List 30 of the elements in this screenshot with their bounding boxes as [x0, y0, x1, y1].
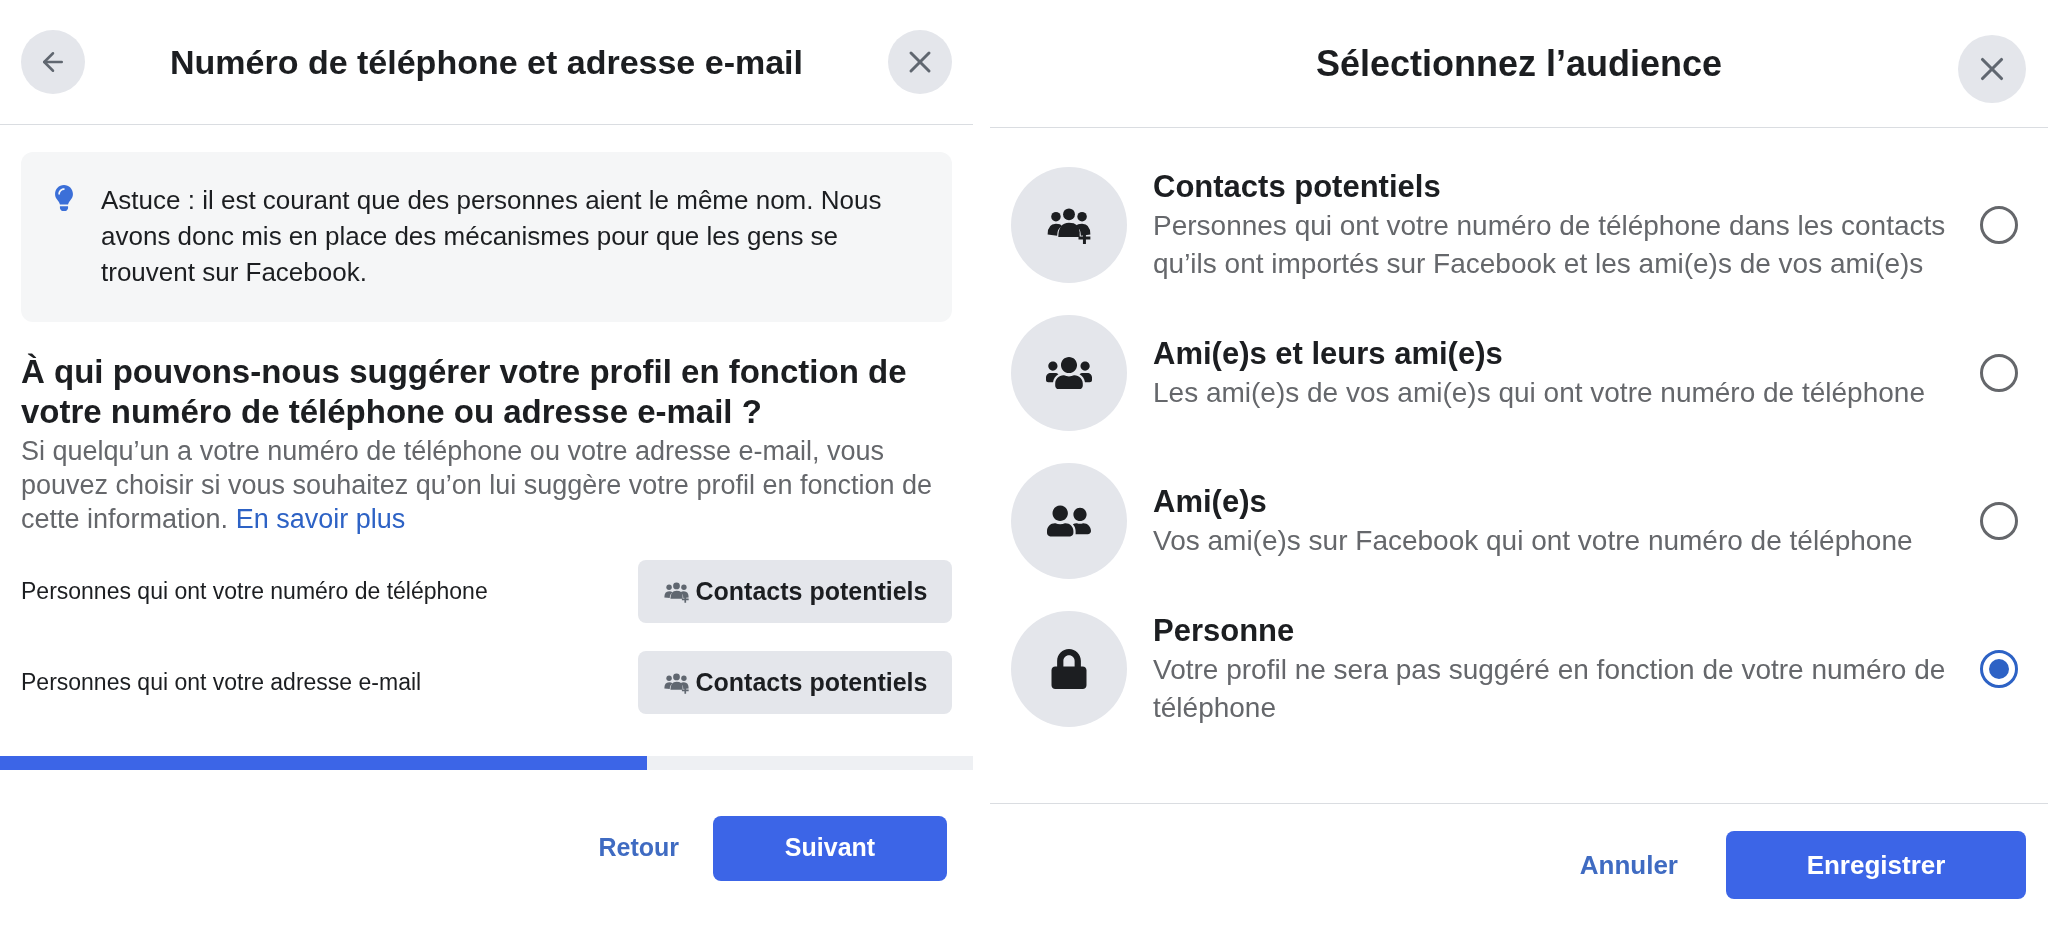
back-link-button[interactable]: Retour [598, 829, 679, 867]
setting-label: Personnes qui ont votre adresse e-mail [21, 668, 422, 698]
dialog-title: Numéro de téléphone et adresse e-mail [170, 41, 803, 83]
radio-button[interactable] [1980, 206, 2018, 244]
section-heading: À qui pouvons-nous suggérer votre profil en fonction de votre numéro de téléphone ou adresse e-mail ? [21, 352, 908, 432]
tip-text: Astuce : il est courant que des personnes aient le même nom. Nous avons donc mis en place des mécanismes pour que les gens se trouvent sur Facebook. [101, 184, 883, 289]
next-button[interactable]: Suivant [713, 815, 947, 881]
option-title: Ami(e)s [1153, 483, 1268, 521]
option-description: Vos ami(e)s sur Facebook qui ont votre numéro de téléphone [1153, 524, 1914, 558]
option-description: Personnes qui ont votre numéro de téléphone dans les contacts qu’ils ont importés sur Facebook et les ami(e)s de vos ami(e)s [1153, 209, 1947, 281]
cancel-button[interactable]: Annuler [1579, 845, 1678, 885]
option-title: Ami(e)s et leurs ami(e)s [1153, 335, 1504, 373]
option-title: Contacts potentiels [1153, 168, 1442, 206]
option-description: Votre profil ne sera pas suggéré en fonction de votre numéro de téléphone [1153, 653, 1947, 725]
audience-button[interactable]: Contacts potentiels [638, 651, 952, 714]
setting-label: Personnes qui ont votre numéro de téléphone [21, 577, 488, 607]
audience-button[interactable]: Contacts potentiels [638, 560, 952, 623]
learn-more-link[interactable]: En savoir plus [235, 504, 406, 534]
radio-button[interactable] [1980, 502, 2018, 540]
save-button[interactable]: Enregistrer [1726, 831, 2026, 899]
dialog-title: Sélectionnez l’audience [1315, 41, 1723, 86]
radio-button[interactable] [1980, 650, 2018, 688]
people-plus-icon [662, 580, 690, 603]
option-description: Les ami(e)s de vos ami(e)s qui ont votre numéro de téléphone [1153, 376, 1926, 410]
option-title: Personne [1153, 612, 1296, 650]
lock-icon [1049, 649, 1089, 689]
people-plus-icon [1045, 206, 1093, 244]
radio-button[interactable] [1980, 354, 2018, 392]
people-plus-icon [662, 671, 690, 694]
section-description: Si quelqu’un a votre numéro de téléphone ou votre adresse e-mail, vous pouvez choisir si vous souhaitez qu’on lui suggère votre profil en fonction de cette information. En savoir plus [21, 435, 934, 536]
